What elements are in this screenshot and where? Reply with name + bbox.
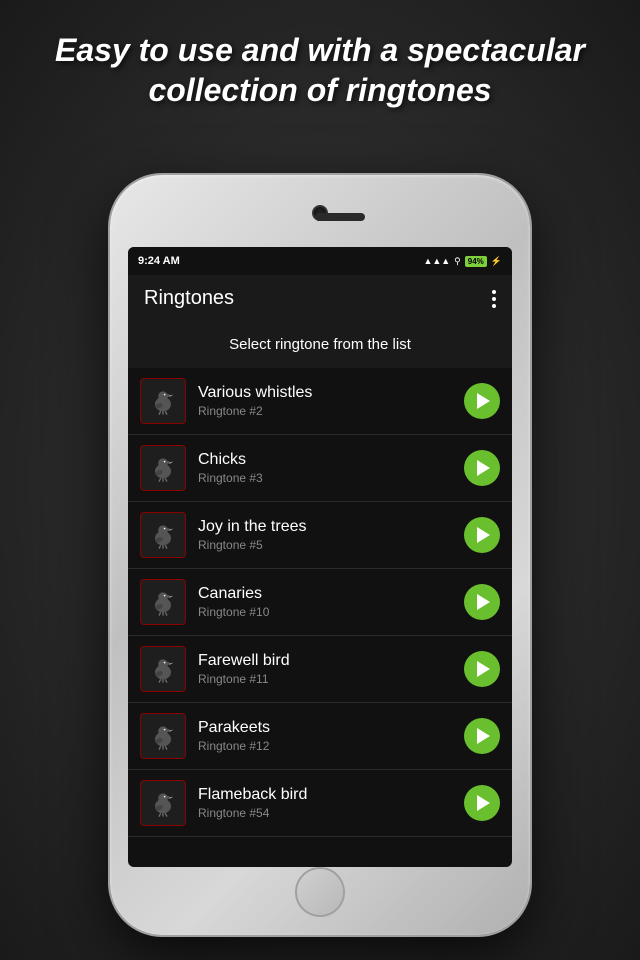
play-button[interactable]	[464, 718, 500, 754]
item-text: Farewell bird Ringtone #11	[198, 652, 452, 686]
headline-text: Easy to use and with a spectacular colle…	[30, 30, 610, 110]
item-name: Chicks	[198, 451, 452, 469]
item-name: Flameback bird	[198, 786, 452, 804]
bird-icon-wrap	[140, 646, 186, 692]
app-header: Ringtones	[128, 275, 512, 322]
ringtone-item: Parakeets Ringtone #12	[128, 703, 512, 770]
ringtone-item: Farewell bird Ringtone #11	[128, 636, 512, 703]
item-name: Joy in the trees	[198, 518, 452, 536]
headline-area: Easy to use and with a spectacular colle…	[0, 20, 640, 120]
more-menu-button[interactable]	[492, 290, 496, 308]
list-subtitle: Select ringtone from the list	[128, 322, 512, 368]
wifi-icon: ⚲	[454, 256, 461, 267]
item-ringtone-number: Ringtone #2	[198, 404, 452, 418]
ringtone-list: Various whistles Ringtone #2	[128, 368, 512, 837]
play-icon	[477, 728, 490, 744]
bird-icon-bg	[140, 378, 186, 424]
play-button[interactable]	[464, 383, 500, 419]
play-icon	[477, 393, 490, 409]
play-icon	[477, 661, 490, 677]
phone-shell: 9:24 AM ▲▲▲ ⚲ 94% ⚡ Ringtones S	[110, 175, 530, 935]
charging-icon: ⚡	[491, 256, 502, 267]
item-text: Various whistles Ringtone #2	[198, 384, 452, 418]
bird-icon-wrap	[140, 780, 186, 826]
ringtone-item: Various whistles Ringtone #2	[128, 368, 512, 435]
bird-icon-wrap	[140, 378, 186, 424]
item-text: Parakeets Ringtone #12	[198, 719, 452, 753]
item-name: Various whistles	[198, 384, 452, 402]
bird-icon-bg	[140, 512, 186, 558]
more-dot-2	[492, 297, 496, 301]
item-name: Canaries	[198, 585, 452, 603]
play-button[interactable]	[464, 517, 500, 553]
item-ringtone-number: Ringtone #11	[198, 672, 452, 686]
bird-icon-bg	[140, 713, 186, 759]
status-icons: ▲▲▲ ⚲ 94% ⚡	[423, 256, 502, 267]
play-icon	[477, 795, 490, 811]
item-text: Flameback bird Ringtone #54	[198, 786, 452, 820]
item-ringtone-number: Ringtone #54	[198, 806, 452, 820]
app-title: Ringtones	[144, 287, 234, 310]
bird-icon	[147, 586, 179, 618]
play-button[interactable]	[464, 584, 500, 620]
status-bar: 9:24 AM ▲▲▲ ⚲ 94% ⚡	[128, 247, 512, 275]
bird-icon	[147, 452, 179, 484]
play-icon	[477, 460, 490, 476]
item-text: Chicks Ringtone #3	[198, 451, 452, 485]
bird-icon-bg	[140, 780, 186, 826]
item-name: Farewell bird	[198, 652, 452, 670]
item-text: Canaries Ringtone #10	[198, 585, 452, 619]
speaker-slot	[315, 213, 365, 221]
bird-icon	[147, 787, 179, 819]
bird-icon	[147, 653, 179, 685]
play-icon	[477, 527, 490, 543]
bird-icon-wrap	[140, 445, 186, 491]
item-ringtone-number: Ringtone #3	[198, 471, 452, 485]
ringtone-item: Joy in the trees Ringtone #5	[128, 502, 512, 569]
phone-screen: 9:24 AM ▲▲▲ ⚲ 94% ⚡ Ringtones S	[128, 247, 512, 867]
subtitle-text: Select ringtone from the list	[229, 336, 411, 353]
play-button[interactable]	[464, 651, 500, 687]
more-dot-1	[492, 290, 496, 294]
item-ringtone-number: Ringtone #5	[198, 538, 452, 552]
bird-icon-bg	[140, 646, 186, 692]
status-time: 9:24 AM	[138, 255, 180, 267]
home-button[interactable]	[295, 867, 345, 917]
play-button[interactable]	[464, 450, 500, 486]
bird-icon	[147, 720, 179, 752]
bird-icon-bg	[140, 445, 186, 491]
bird-icon-wrap	[140, 713, 186, 759]
item-ringtone-number: Ringtone #12	[198, 739, 452, 753]
bird-icon	[147, 385, 179, 417]
ringtone-item: Canaries Ringtone #10	[128, 569, 512, 636]
bird-icon-bg	[140, 579, 186, 625]
bird-icon-wrap	[140, 512, 186, 558]
bird-icon-wrap	[140, 579, 186, 625]
bird-icon	[147, 519, 179, 551]
play-button[interactable]	[464, 785, 500, 821]
more-dot-3	[492, 304, 496, 308]
item-name: Parakeets	[198, 719, 452, 737]
item-text: Joy in the trees Ringtone #5	[198, 518, 452, 552]
phone-mockup: 9:24 AM ▲▲▲ ⚲ 94% ⚡ Ringtones S	[110, 175, 530, 935]
ringtone-item: Chicks Ringtone #3	[128, 435, 512, 502]
battery-indicator: 94%	[465, 256, 487, 267]
signal-icon: ▲▲▲	[423, 256, 450, 266]
item-ringtone-number: Ringtone #10	[198, 605, 452, 619]
play-icon	[477, 594, 490, 610]
ringtone-item: Flameback bird Ringtone #54	[128, 770, 512, 837]
